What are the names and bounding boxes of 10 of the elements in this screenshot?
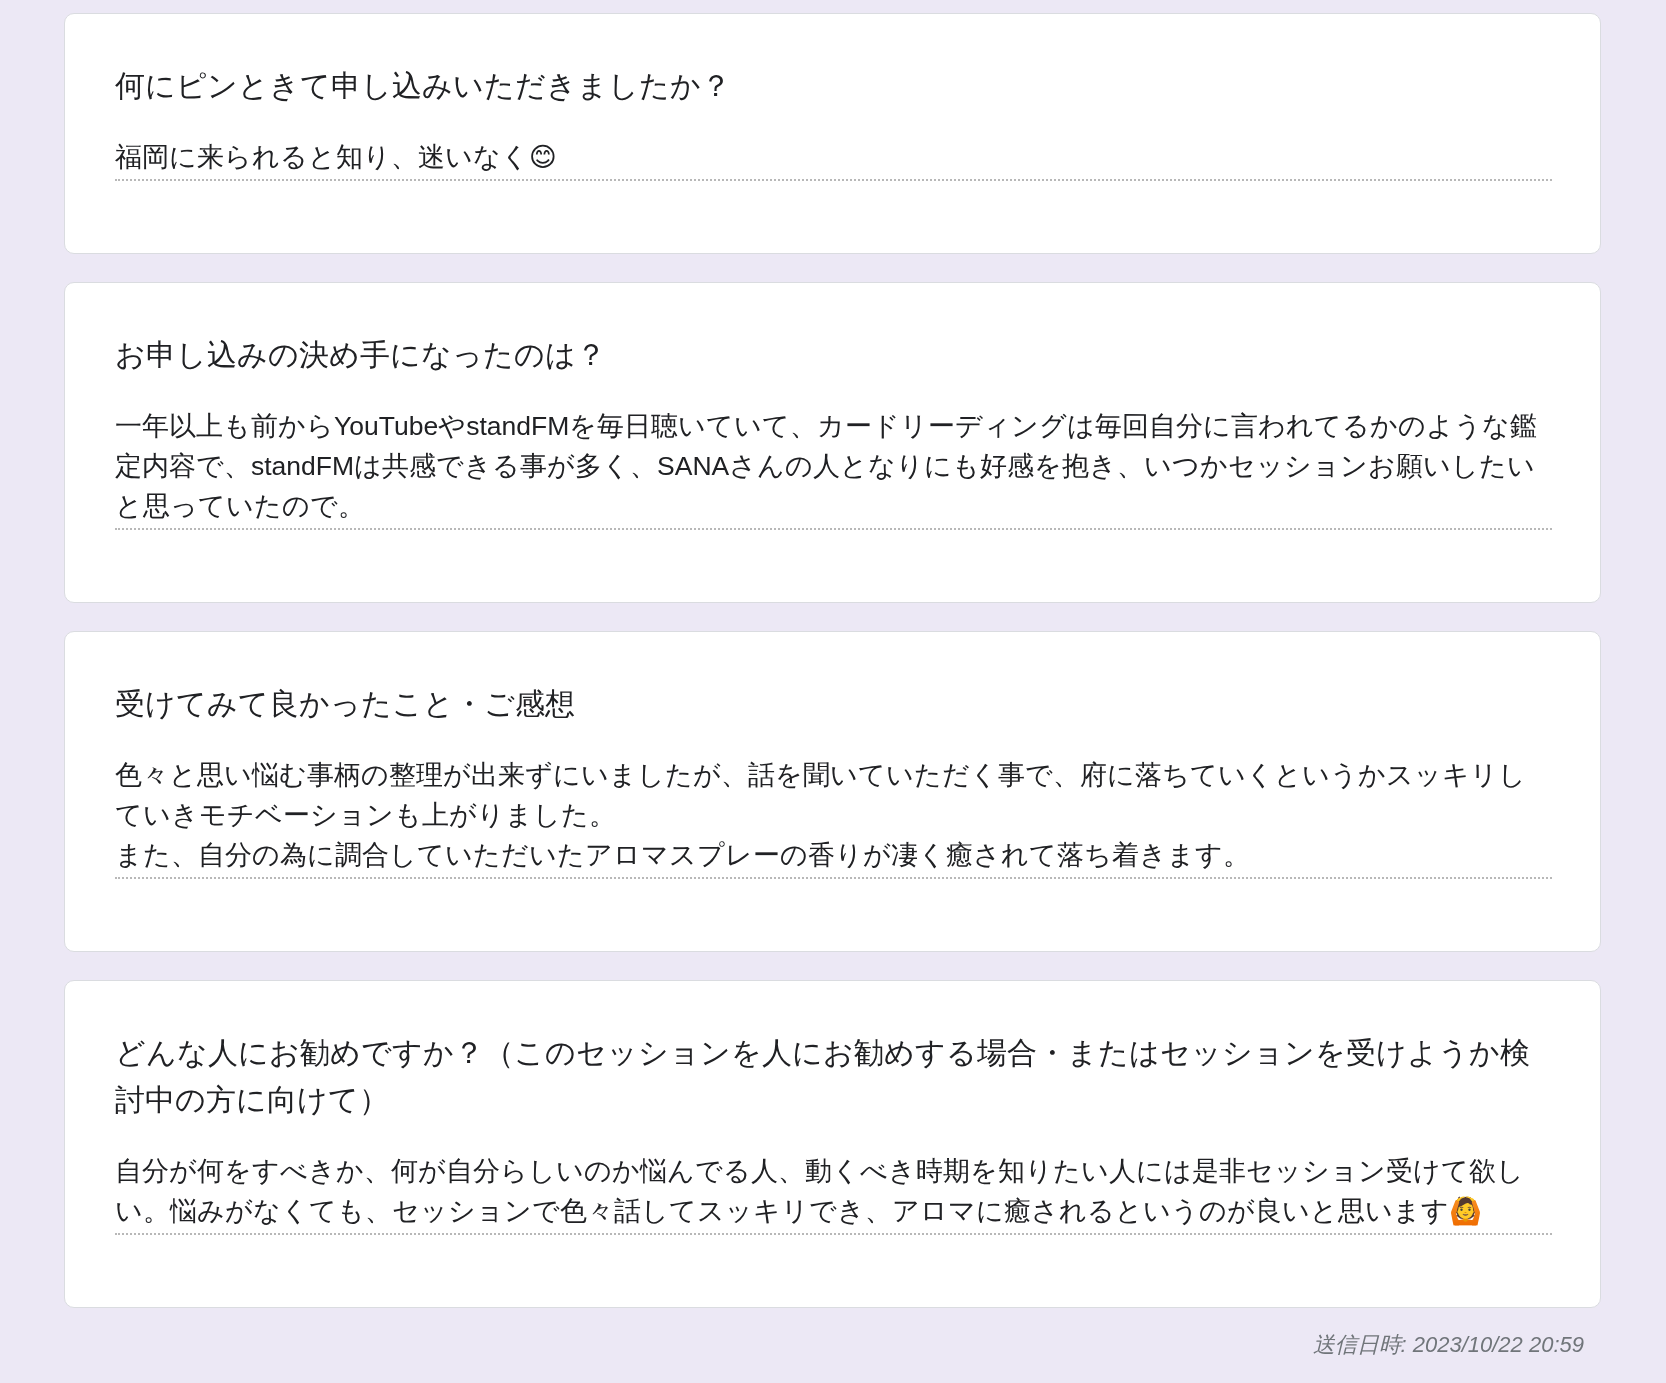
answer-text: また、自分の為に調合していただいたアロマスプレーの香りが凄く癒されて落ち着きます。	[115, 839, 1251, 872]
submission-timestamp: 送信日時: 2023/10/22 20:59	[1312, 1331, 1584, 1359]
answer-text: 福岡に来られると知り、迷いなく😊	[115, 141, 558, 174]
question-text: 何にピンときて申し込みいただきましたか？	[115, 68, 732, 104]
question-text: お申し込みの決め手になったのは？	[115, 337, 607, 373]
question-text: 受けてみて良かったこと・ご感想	[115, 686, 576, 722]
answer-text: 一年以上も前からYouTubeやstandFMを毎日聴いていて、カードリーディングは毎回自分に言われてるかのような鑑定内容で、standFMは共感できる事が多く、SANAさんの人となりにも好感を抱き、いつかセッションお願いしたいと思っていたので。	[115, 410, 1539, 523]
answer-text: 自分が何をすべきか、何が自分らしいのか悩んでる人、動くべき時期を知りたい人には是非セッション受けて欲しい。悩みがなくても、セッションで色々話してスッキリでき、アロマに癒されるというのが良いと思います🙆	[115, 1155, 1525, 1228]
question-text: どんな人にお勧めですか？（このセッションを人にお勧めする場合・またはセッションを受けようか検討中の方に向けて）	[115, 1035, 1531, 1118]
answer-text: 色々と思い悩む事柄の整理が出来ずにいましたが、話を聞いていただく事で、府に落ちていくというかスッキリしていきモチベーションも上がりました。	[115, 759, 1527, 832]
